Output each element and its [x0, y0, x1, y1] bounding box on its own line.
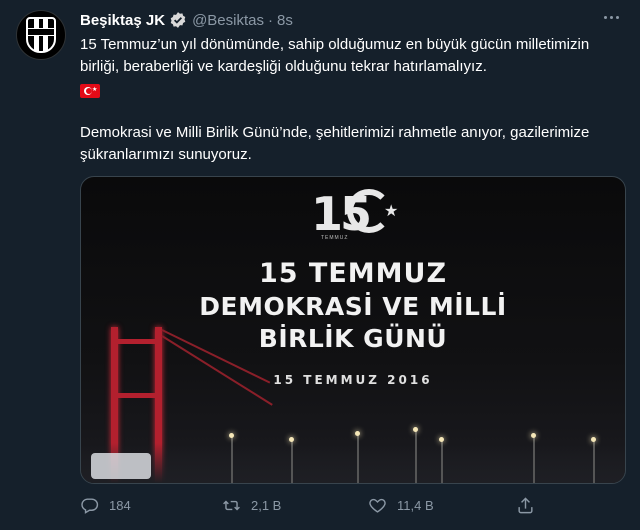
headline-line-1: 15 TEMMUZ: [258, 258, 448, 289]
image-headline: 15 TEMMUZ DEMOKRASİ VE MİLLİ BİRLİK GÜNÜ: [81, 257, 625, 355]
tweet-paragraph-2: Demokrasi ve Milli Birlik Günü’nde, şehi…: [80, 124, 590, 163]
more-options-icon[interactable]: [604, 12, 624, 22]
tweet-header: Beşiktaş JK @Besiktas · 8s: [80, 10, 293, 30]
tweet[interactable]: Beşiktaş JK @Besiktas · 8s 15 Temmuz’un …: [0, 0, 640, 530]
reply-count: 184: [109, 498, 131, 513]
avatar[interactable]: [16, 10, 66, 60]
turkey-flag-icon: ★: [80, 84, 100, 99]
share-button[interactable]: [516, 496, 535, 515]
tweet-actions: 184 2,1 B 11,4 B: [80, 496, 600, 520]
like-count: 11,4 B: [397, 498, 434, 513]
reply-icon: [81, 498, 99, 514]
timestamp[interactable]: 8s: [277, 12, 293, 29]
retweet-icon: [223, 500, 240, 511]
tweet-text: 15 Temmuz’un yıl dönümünde, sahip olduğu…: [80, 34, 620, 166]
reply-button[interactable]: 184: [80, 496, 131, 515]
verified-badge-icon: [170, 12, 186, 28]
city-ground: [81, 443, 625, 483]
logo-sub: TEMMUZ: [321, 235, 349, 241]
headline-line-3: BİRLİK GÜNÜ: [258, 324, 448, 353]
separator-dot: ·: [267, 11, 273, 29]
15-temmuz-logo: 15 ★ TEMMUZ: [311, 187, 401, 247]
besiktas-crest-icon: [26, 17, 56, 53]
handle[interactable]: @Besiktas: [192, 12, 264, 29]
share-icon: [518, 497, 533, 514]
tweet-paragraph-1: 15 Temmuz’un yıl dönümünde, sahip olduğu…: [80, 36, 590, 75]
display-name[interactable]: Beşiktaş JK: [80, 12, 165, 29]
image-date: 15 TEMMUZ 2016: [273, 373, 433, 387]
star-icon: ★: [384, 203, 399, 220]
like-button[interactable]: 11,4 B: [368, 496, 434, 515]
retweet-count: 2,1 B: [251, 498, 282, 513]
retweet-button[interactable]: 2,1 B: [222, 496, 281, 515]
bus-shape: [91, 453, 151, 479]
tweet-image[interactable]: 15 ★ TEMMUZ 15 TEMMUZ DEMOKRASİ VE MİLLİ…: [80, 176, 626, 484]
heart-icon: [369, 498, 386, 513]
headline-line-2: DEMOKRASİ VE MİLLİ: [199, 292, 507, 321]
